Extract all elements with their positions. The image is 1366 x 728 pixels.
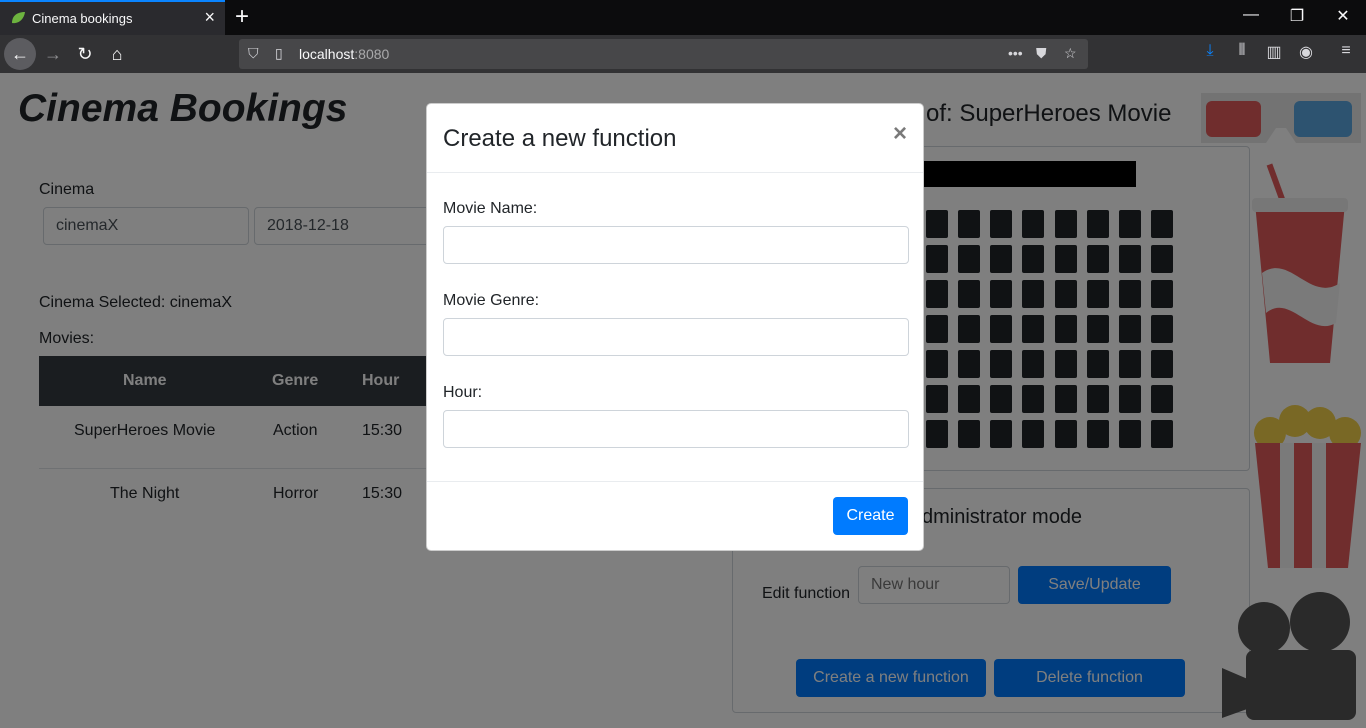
url-bar[interactable]: ⛉ ▯ localhost:8080 ••• ⛊ ☆ xyxy=(239,39,1088,69)
movie-genre-input[interactable] xyxy=(443,318,909,356)
new-tab-icon[interactable]: + xyxy=(230,3,254,31)
modal-footer-divider xyxy=(427,481,923,482)
reload-icon[interactable]: ↻ xyxy=(69,38,101,70)
window-close-icon[interactable]: ✕ xyxy=(1333,6,1353,26)
tab-close-icon[interactable]: × xyxy=(204,7,215,28)
minimize-icon[interactable]: — xyxy=(1241,6,1261,24)
page-icon: ▯ xyxy=(275,45,283,61)
restore-icon[interactable]: ❐ xyxy=(1287,6,1307,26)
downloads-icon[interactable]: ⤓ xyxy=(1198,42,1222,60)
bookmark-star-icon[interactable]: ☆ xyxy=(1064,45,1077,62)
pocket-icon[interactable]: ⛊ xyxy=(1036,45,1047,62)
spring-leaf-icon xyxy=(12,12,25,24)
close-icon[interactable]: × xyxy=(893,120,907,148)
page-content: Cinema Bookings Cinema cinemaX 2018-12-1… xyxy=(0,73,1366,728)
browser-nav-bar: ← → ↻ ⌂ ⛉ ▯ localhost:8080 ••• ⛊ ☆ ⤓ ⫴ ▥… xyxy=(0,35,1366,73)
forward-icon[interactable]: → xyxy=(37,38,69,70)
account-icon[interactable]: ◉ xyxy=(1294,42,1318,62)
url-text: localhost:8080 xyxy=(299,46,390,62)
movie-genre-label: Movie Genre: xyxy=(443,292,540,309)
sidebar-icon[interactable]: ▥ xyxy=(1262,42,1286,62)
home-icon[interactable]: ⌂ xyxy=(101,38,133,70)
library-icon[interactable]: ⫴ xyxy=(1230,42,1254,60)
create-button[interactable]: Create xyxy=(833,497,908,535)
back-icon[interactable]: ← xyxy=(4,38,36,70)
more-actions-icon[interactable]: ••• xyxy=(1008,45,1023,61)
movie-name-label: Movie Name: xyxy=(443,200,538,217)
menu-icon[interactable]: ≡ xyxy=(1334,42,1358,60)
movie-name-input[interactable] xyxy=(443,226,909,264)
shield-icon[interactable]: ⛉ xyxy=(248,45,259,62)
create-function-modal: Create a new function × Movie Name: Movi… xyxy=(426,103,924,551)
modal-title: Create a new function xyxy=(443,125,677,152)
browser-tab[interactable]: Cinema bookings × xyxy=(0,0,225,35)
browser-tab-bar: Cinema bookings × + — ❐ ✕ xyxy=(0,0,1366,35)
modal-header-divider xyxy=(427,172,923,173)
tab-title: Cinema bookings xyxy=(32,11,133,26)
hour-label: Hour: xyxy=(443,384,483,401)
hour-input[interactable] xyxy=(443,410,909,448)
